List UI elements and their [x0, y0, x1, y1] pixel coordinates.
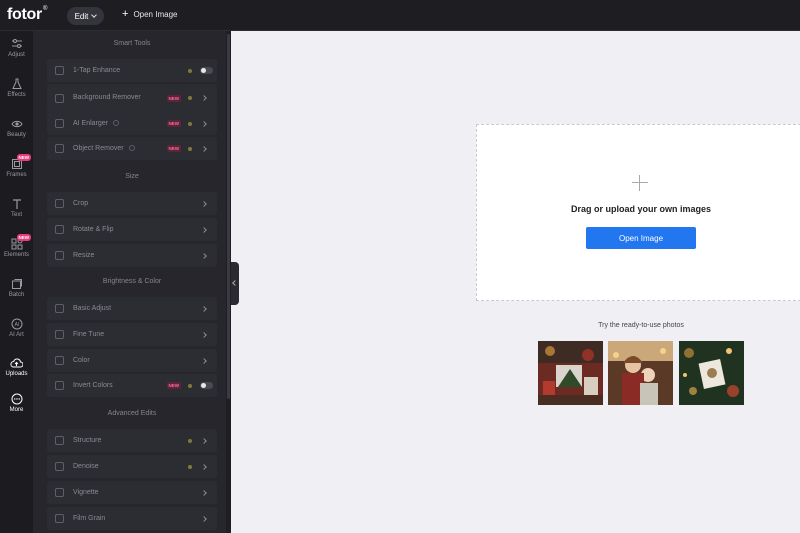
invert-icon	[55, 381, 64, 390]
tool-invert-colors[interactable]: Invert Colors NEW	[47, 374, 217, 397]
status-dot	[188, 383, 192, 388]
status-dot	[188, 146, 192, 151]
sample-photo-1[interactable]	[538, 341, 603, 405]
eraser-icon	[55, 144, 64, 153]
info-icon	[113, 119, 120, 126]
tool-basic-adjust[interactable]: Basic Adjust	[47, 297, 217, 320]
eye-icon	[10, 120, 23, 128]
rail-item-frames[interactable]: NEW Frames	[0, 154, 33, 178]
tool-fine-tune[interactable]: Fine Tune	[47, 323, 217, 346]
tool-background-remover[interactable]: Background Remover NEW	[47, 84, 217, 112]
rail-item-elements[interactable]: NEW Elements	[0, 234, 33, 258]
svg-text:AI: AI	[14, 322, 19, 328]
tool-1-tap-enhance[interactable]: 1-Tap Enhance	[47, 59, 217, 82]
rail-item-batch[interactable]: Batch	[0, 278, 33, 298]
rail-item-more[interactable]: More	[0, 393, 33, 413]
chevron-down-icon	[91, 11, 98, 18]
tool-denoise[interactable]: Denoise	[47, 455, 217, 478]
tool-object-remover[interactable]: Object Remover NEW	[47, 137, 217, 160]
more-icon	[11, 393, 22, 405]
rail-item-ai-art[interactable]: AI AI Art	[0, 318, 33, 338]
ai-art-icon: AI	[11, 318, 22, 330]
new-badge: NEW	[16, 154, 31, 161]
plus-icon	[630, 173, 650, 193]
fotor-logo[interactable]: fotor®	[7, 6, 47, 24]
tool-resize[interactable]: Resize	[47, 244, 217, 267]
tool-ai-enlarger[interactable]: AI Enlarger NEW	[47, 112, 217, 135]
cloud-upload-icon	[10, 358, 23, 368]
new-badge: NEW	[166, 94, 181, 102]
enhance-toggle[interactable]	[200, 67, 213, 74]
open-image-top-button[interactable]: + Open Image	[122, 8, 177, 20]
tool-color[interactable]: Color	[47, 349, 217, 372]
tune-icon	[55, 330, 64, 339]
info-icon	[128, 144, 135, 151]
scissors-icon	[55, 93, 64, 103]
tool-crop[interactable]: Crop	[47, 192, 217, 215]
tool-film-grain[interactable]: Film Grain	[47, 507, 217, 530]
status-dot	[188, 464, 192, 469]
wand-icon	[55, 66, 64, 75]
tool-structure[interactable]: Structure	[47, 429, 217, 452]
edit-menu-button[interactable]: Edit	[67, 7, 104, 25]
panel-scrollbar-thumb[interactable]	[227, 34, 230, 399]
vignette-icon	[55, 488, 64, 497]
open-image-button[interactable]: Open Image	[586, 227, 696, 249]
tool-vignette[interactable]: Vignette	[47, 481, 217, 504]
section-title-size: Size	[125, 173, 139, 180]
status-dot	[188, 96, 192, 100]
new-badge: NEW	[166, 145, 181, 152]
tool-rotate-flip[interactable]: Rotate & Flip	[47, 218, 217, 241]
section-title-smart-tools: Smart Tools	[113, 40, 151, 47]
new-badge: NEW	[166, 120, 181, 127]
status-dot	[188, 438, 192, 443]
rail-item-text[interactable]: Text	[0, 198, 33, 218]
batch-icon	[11, 279, 22, 289]
chevron-right-icon	[201, 95, 207, 101]
rotate-icon	[55, 225, 64, 234]
denoise-icon	[55, 462, 64, 471]
rail-item-adjust[interactable]: Adjust	[0, 38, 33, 58]
text-icon	[12, 199, 21, 209]
status-dot	[188, 68, 192, 73]
rail-item-effects[interactable]: Effects	[0, 78, 33, 98]
sample-photo-2[interactable]	[608, 341, 673, 405]
rail-item-beauty[interactable]: Beauty	[0, 118, 33, 138]
collapse-panel-handle[interactable]	[231, 262, 239, 305]
plus-icon: +	[122, 8, 129, 20]
new-badge: NEW	[166, 382, 181, 389]
flask-icon	[11, 78, 22, 89]
rail-item-uploads[interactable]: Uploads	[0, 357, 33, 377]
section-title-brightness-color: Brightness & Color	[102, 278, 162, 285]
top-bar: fotor® Edit + Open Image	[0, 0, 800, 31]
dropzone-instruction: Drag or upload your own images	[570, 204, 712, 214]
film-grain-icon	[55, 514, 64, 523]
sample-photos-caption: Try the ready-to-use photos	[598, 322, 684, 329]
invert-colors-toggle[interactable]	[200, 382, 213, 389]
sliders-icon	[11, 39, 22, 48]
status-dot	[188, 121, 192, 126]
enlarge-icon	[55, 119, 64, 128]
crop-icon	[55, 199, 64, 208]
palette-icon	[55, 356, 64, 365]
sample-photo-3[interactable]	[679, 341, 744, 405]
resize-icon	[55, 251, 64, 260]
new-badge: NEW	[16, 234, 31, 241]
section-title-advanced-edits: Advanced Edits	[107, 410, 157, 417]
structure-icon	[55, 436, 64, 445]
adjust-icon	[55, 304, 64, 313]
